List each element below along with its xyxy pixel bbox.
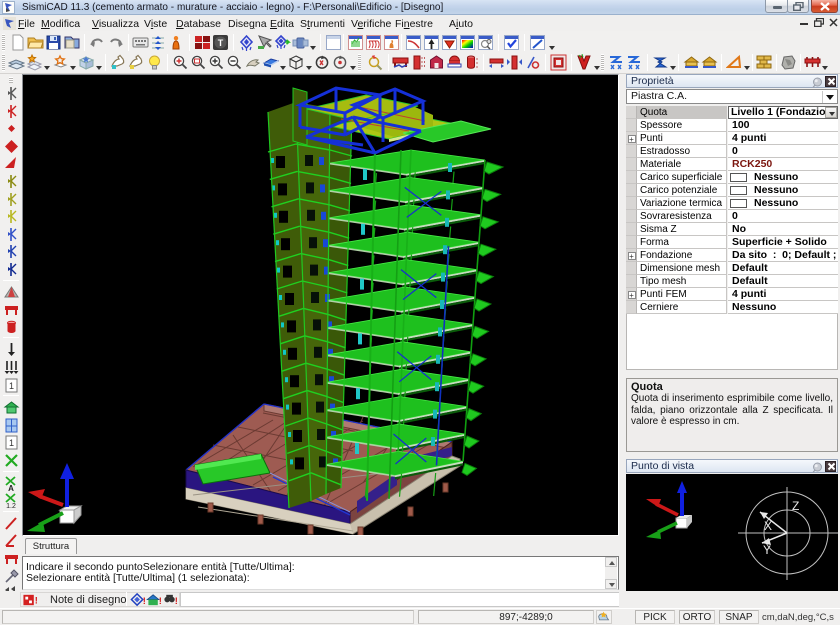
svg-text:T: T (218, 38, 224, 48)
svg-text:A: A (8, 484, 14, 492)
svg-text:1: 1 (9, 381, 14, 391)
svg-text:Y: Y (763, 543, 771, 557)
svg-text:!: ! (35, 594, 38, 605)
svg-text:Z: Z (792, 499, 799, 513)
svg-text:!: ! (175, 595, 178, 606)
svg-text:1.2: 1.2 (6, 503, 16, 509)
svg-text:X: X (764, 519, 772, 533)
svg-text:1: 1 (9, 438, 14, 448)
